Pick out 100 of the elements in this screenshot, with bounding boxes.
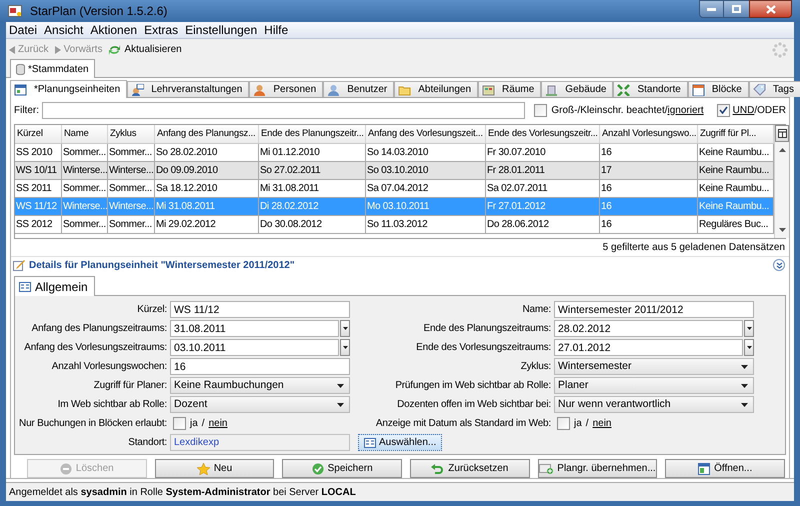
room-icon (482, 84, 496, 96)
option-link[interactable]: nein (592, 416, 612, 431)
action-button[interactable]: Speichern (282, 459, 402, 478)
menu-item[interactable]: Aktionen (90, 21, 138, 39)
dropdown[interactable]: Planer (554, 377, 754, 394)
checkbox[interactable] (557, 417, 570, 430)
action-button[interactable]: Öffnen... (665, 459, 785, 478)
text-field[interactable]: WS 11/12 (170, 301, 350, 318)
collapse-button[interactable] (773, 259, 785, 272)
table-cell: Do 28.06.2012 (486, 216, 600, 234)
tab[interactable]: Personen (249, 81, 324, 97)
menu-item[interactable]: Einstellungen (185, 21, 258, 39)
checkbox[interactable] (534, 104, 548, 117)
caret-down-icon (337, 402, 344, 406)
tab[interactable]: *Planungseinheiten (10, 80, 128, 98)
window-icon (698, 462, 710, 474)
column-chooser-button[interactable] (775, 125, 789, 142)
option-link[interactable]: nein (208, 416, 228, 431)
tab[interactable]: Räume (478, 81, 542, 97)
table-cell: SS 2012 (15, 216, 62, 234)
date-picker-button[interactable] (340, 339, 350, 356)
check-circle-icon (312, 462, 324, 474)
column-header[interactable]: Anfang des Planungsz... (155, 125, 259, 144)
filter-field[interactable] (42, 102, 526, 119)
column-header[interactable]: Anzahl Vorlesungswo... (600, 125, 698, 144)
toolbar-button[interactable]: Aktualisieren (108, 42, 182, 57)
table-row[interactable]: SS 2010 Sommer... Sommer... So 28.02.2010 Mi 01.12.2010 So 14.03.2010 Fr 30.07.2010 16 Keine Raumbu... (15, 144, 774, 162)
date-field[interactable]: 27.01.2012 (554, 339, 743, 356)
maximize-button[interactable] (724, 0, 749, 18)
column-header[interactable]: Ende des Vorlesungszeitr... (486, 125, 600, 144)
tab[interactable]: Abteilungen (394, 81, 478, 97)
menu-item[interactable]: Datei (9, 21, 38, 39)
field-label: Standort: (127, 436, 167, 450)
text-field[interactable]: Wintersemester 2011/2012 (554, 301, 754, 318)
dropdown[interactable]: Keine Raumbuchungen (170, 377, 350, 394)
scroll-down-icon (778, 228, 786, 232)
action-button[interactable]: Plangr. übernehmen... (538, 459, 658, 478)
form-icon (364, 438, 376, 448)
tab[interactable]: Blöcke (688, 81, 749, 97)
option-label[interactable]: ja (574, 416, 582, 431)
tab[interactable]: Gebäude (541, 81, 614, 97)
option-label: /ODER (754, 104, 786, 118)
form-icon (19, 282, 31, 292)
caret-down-icon (741, 384, 748, 388)
date-field[interactable]: 28.02.2012 (554, 320, 743, 337)
add-window-icon (539, 464, 554, 474)
caret-down-icon (741, 364, 748, 368)
table-row[interactable]: SS 2011 Sommer... Sommer... Sa 18.12.2010 Mi 31.08.2011 Sa 07.04.2012 Sa 02.07.2011 16 Keine Raumbu... (15, 180, 774, 198)
tab[interactable]: *Stammdaten (10, 59, 95, 78)
table-row[interactable]: WS 10/11 Winterse...Winterse... Do 09.09.2010 So 27.02.2011 So 03.10.2010 Fr 28.01.2011 17 Keine Raumbu... (15, 162, 774, 180)
date-field[interactable]: 31.08.2011 (170, 320, 339, 337)
field-label: Anfang des Vorlesungszeitraums: (23, 341, 167, 355)
caret-down-icon (337, 384, 344, 388)
action-button[interactable]: Zurücksetzen (410, 459, 530, 478)
date-picker-button[interactable] (340, 320, 350, 337)
option-label[interactable]: ja (190, 416, 198, 431)
dropdown[interactable]: Nur wenn verantwortlich (554, 396, 754, 413)
menu-item[interactable]: Hilfe (264, 21, 288, 39)
minus-circle-icon (60, 462, 72, 474)
column-header[interactable]: Ende des Planungszeitr... (259, 125, 366, 144)
minimize-button[interactable] (699, 0, 724, 18)
scroll-up-icon (778, 148, 786, 152)
tab[interactable]: Tags (748, 81, 800, 97)
close-icon (766, 4, 776, 14)
tab[interactable]: Benutzer (323, 81, 394, 97)
caret-down-icon (746, 327, 752, 330)
select-button[interactable]: Auswählen... (358, 434, 442, 451)
close-button[interactable] (749, 0, 792, 18)
date-picker-button[interactable] (744, 320, 754, 337)
tab[interactable]: Standorte (613, 81, 688, 97)
dropdown[interactable]: Wintersemester (554, 358, 754, 375)
field-label: Zyklus: (520, 360, 551, 374)
field-label: Zugriff für Planer: (92, 379, 167, 393)
menu-item[interactable]: Extras (144, 21, 178, 39)
caret-down-icon (746, 346, 752, 349)
field-label: Anfang des Planungszeitraums: (30, 322, 167, 336)
option-link[interactable]: ignoriert (668, 102, 704, 118)
table-cell: Sommer... (108, 216, 155, 234)
column-header[interactable]: Zyklus (108, 125, 155, 144)
table-row[interactable]: SS 2012 Sommer... Sommer... Mi 29.02.2012 Do 30.08.2012 So 11.03.2012 Do 28.06.2012 16 Reguläres Buc... (15, 216, 774, 234)
column-header[interactable]: Kürzel (15, 125, 62, 144)
text-field[interactable]: 16 (170, 358, 350, 375)
database-icon (16, 64, 25, 74)
date-field[interactable]: 03.10.2011 (170, 339, 339, 356)
tab[interactable]: Lehrveranstaltungen (127, 81, 250, 97)
menu-item[interactable]: Ansicht (44, 21, 84, 39)
column-header[interactable]: Anfang des Vorlesungszeit... (366, 125, 486, 144)
window-icon (14, 84, 27, 96)
separator-text: / (202, 417, 205, 431)
option-link[interactable]: UND (732, 102, 754, 118)
dropdown[interactable]: Dozent (170, 396, 350, 413)
calendar-icon (692, 84, 705, 96)
column-header[interactable]: Name (62, 125, 108, 144)
checkbox[interactable] (173, 417, 186, 430)
location-field[interactable]: Lexdikexp (170, 434, 350, 451)
tab[interactable]: Allgemein (14, 276, 95, 296)
action-button[interactable]: Neu (154, 459, 274, 478)
date-picker-button[interactable] (744, 339, 754, 356)
field-label: Anzahl Vorlesungswochen: (50, 360, 167, 374)
checkbox[interactable] (716, 104, 730, 117)
